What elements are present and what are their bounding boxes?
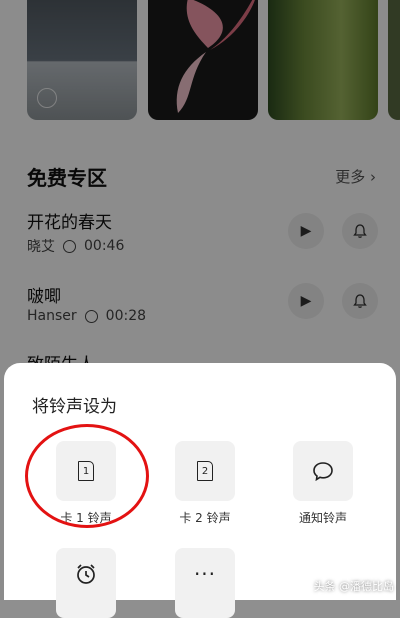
message-icon [313,462,333,482]
alarm-ringtone-button[interactable] [56,548,116,618]
notification-ringtone-label: 通知铃声 [298,511,347,525]
watermark-text: 头条 @潘德比岛 [313,580,395,593]
sim2-ringtone-button[interactable]: 2 [175,441,235,501]
sim2-icon: 2 [197,461,213,481]
alarm-icon [77,564,95,584]
more-icon: ··· [193,562,217,586]
highlight-ring [25,424,149,528]
sim2-ringtone-label: 卡 2 铃声 [179,511,231,525]
more-options-button[interactable]: ··· [175,548,235,618]
notification-ringtone-button[interactable] [293,441,353,501]
sheet-title: 将铃声设为 [32,397,117,417]
